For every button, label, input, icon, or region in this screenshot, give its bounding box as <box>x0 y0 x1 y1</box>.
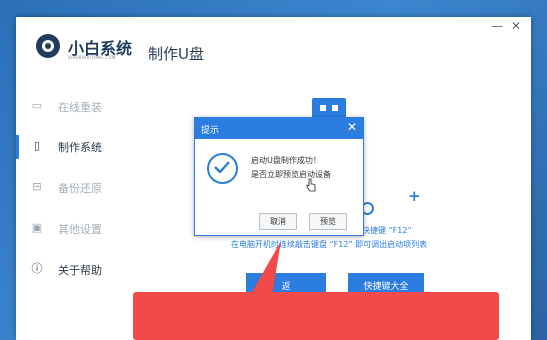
hotkey-list-button[interactable]: 快捷键大全 <box>348 273 424 301</box>
prompt-dialog: 提示 ✕ 启动U盘制作成功！ 是否立即预览启动设备 取消 预览 <box>194 117 364 236</box>
settings-icon: ▣ <box>31 221 43 234</box>
cancel-button[interactable]: 取消 <box>259 213 297 230</box>
usb-drive-icon: ▯ <box>33 139 41 152</box>
backup-icon: ⊟ <box>32 180 42 193</box>
dialog-message-line2: 是否立即预览启动设备 <box>251 170 331 179</box>
sidebar-item-online-reinstall[interactable]: ▭ 在线重装 <box>16 87 134 127</box>
sidebar-item-label: 备份还原 <box>58 182 102 195</box>
sidebar-item-label: 其他设置 <box>58 223 102 236</box>
boot-menu-hint: 在电脑开机时连续敲击键盘 “F12” 即可调出启动项列表 <box>231 240 428 249</box>
sidebar-item-about-help[interactable]: ⓘ 关于帮助 <box>16 250 134 290</box>
hotkey-hint: 快捷键 “F12” <box>362 226 412 235</box>
preview-button[interactable]: 预览 <box>309 213 347 230</box>
minimize-button[interactable]: — <box>490 19 504 33</box>
sidebar: ▭ 在线重装 ▯ 制作系统 ⊟ 备份还原 ▣ 其他设置 ⓘ 关于帮助 <box>16 79 134 340</box>
dialog-header: 提示 ✕ <box>195 118 363 139</box>
dialog-close-button[interactable]: ✕ <box>347 120 357 134</box>
sidebar-item-other-settings[interactable]: ▣ 其他设置 <box>16 209 134 249</box>
sidebar-item-backup-restore[interactable]: ⊟ 备份还原 <box>16 168 134 208</box>
hand-cursor-icon <box>306 178 316 192</box>
dialog-title: 提示 <box>201 126 220 136</box>
plus-icon: + <box>408 187 421 205</box>
success-check-icon <box>207 153 238 184</box>
sidebar-item-label: 制作系统 <box>58 141 102 154</box>
brand-url: XIAOBAIXITONG.COM <box>68 55 116 60</box>
page-title: 制作U盘 <box>148 45 204 63</box>
sidebar-item-label: 在线重装 <box>58 101 102 114</box>
close-window-button[interactable]: ✕ <box>509 19 523 33</box>
sidebar-item-label: 关于帮助 <box>58 264 102 277</box>
monitor-icon: ▭ <box>31 99 43 112</box>
back-button[interactable]: 返 <box>246 273 326 301</box>
title-bar: 小白系统 XIAOBAIXITONG.COM 制作U盘 — ✕ <box>16 17 531 79</box>
app-logo-icon <box>36 34 60 58</box>
info-icon: ⓘ <box>31 262 43 275</box>
dialog-message-line1: 启动U盘制作成功！ <box>251 156 321 165</box>
sidebar-item-make-system[interactable]: ▯ 制作系统 <box>16 127 134 167</box>
active-indicator <box>16 135 19 159</box>
